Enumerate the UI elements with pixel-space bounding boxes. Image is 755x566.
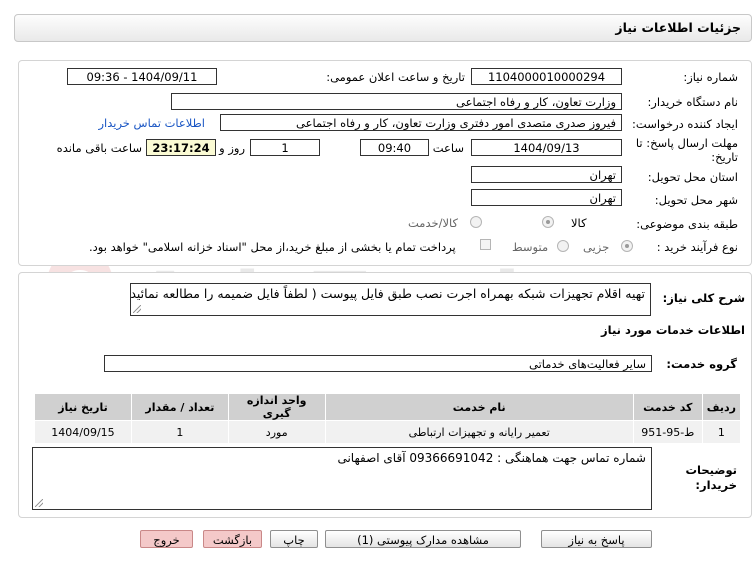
description-text: تهیه اقلام تجهیزات شبکه بهمراه اجرت نصب … — [130, 286, 645, 301]
description-label: شرح کلی نیاز: — [662, 291, 745, 305]
purchase-partial-radio[interactable] — [621, 240, 633, 252]
resize-handle-icon[interactable] — [35, 499, 43, 507]
print-button[interactable]: چاپ — [270, 530, 318, 548]
remaining-time-field: 23:17:24 — [146, 139, 216, 156]
purchase-medium-radio[interactable] — [557, 240, 569, 252]
province-field: تهران — [471, 166, 622, 183]
buyer-notes-text: شماره تماس جهت هماهنگی : 09366691042 آقا… — [337, 451, 646, 465]
table-row: 1 ط-95-951 تعمیر رایانه و تجهیزات ارتباط… — [34, 420, 742, 444]
city-label: شهر محل تحویل: — [654, 193, 738, 207]
buyer-notes-label: توضیحات — [685, 463, 738, 477]
services-table: ردیف کد خدمت نام خدمت واحد اندازه گیری ت… — [34, 393, 742, 444]
buyer-contact-link[interactable]: اطلاعات تماس خریدار — [98, 116, 205, 130]
deadline-time-label: ساعت — [432, 141, 464, 155]
cell-row-number: 1 — [701, 420, 742, 444]
col-service-code: کد خدمت — [632, 393, 703, 421]
col-row-number: ردیف — [701, 393, 742, 421]
deadline-label-date: تاریخ: — [711, 150, 738, 164]
category-goods-label: کالا — [571, 216, 587, 230]
services-heading: اطلاعات خدمات مورد نیاز — [601, 323, 745, 337]
page-header: جزئیات اطلاعات نیاز — [14, 14, 752, 42]
description-textarea[interactable]: تهیه اقلام تجهیزات شبکه بهمراه اجرت نصب … — [130, 283, 651, 316]
resize-handle-icon[interactable] — [133, 305, 141, 313]
need-number-label: شماره نیاز: — [683, 70, 738, 84]
reply-button[interactable]: پاسخ به نیاز — [541, 530, 652, 548]
page-title: جزئیات اطلاعات نیاز — [615, 20, 741, 35]
deadline-label: مهلت ارسال پاسخ: تا — [635, 136, 738, 150]
cell-quantity: 1 — [130, 420, 229, 444]
col-unit: واحد اندازه گیری — [227, 393, 326, 421]
buyer-notes-label-2: خریدار: — [695, 478, 737, 492]
days-label: روز و — [219, 141, 245, 155]
need-info-panel — [18, 60, 752, 266]
city-field: تهران — [471, 189, 622, 206]
deadline-time-field: 09:40 — [360, 139, 429, 156]
exit-button[interactable]: خروج — [140, 530, 193, 548]
table-header-row: ردیف کد خدمت نام خدمت واحد اندازه گیری ت… — [34, 393, 742, 421]
buyer-notes-textarea[interactable]: شماره تماس جهت هماهنگی : 09366691042 آقا… — [32, 447, 652, 510]
view-attachments-button[interactable]: مشاهده مدارک پیوستی (1) — [325, 530, 521, 548]
deadline-date-field: 1404/09/13 — [471, 139, 622, 156]
col-need-date: تاریخ نیاز — [34, 393, 132, 421]
service-group-label: گروه خدمت: — [666, 357, 737, 371]
days-remaining-field: 1 — [250, 139, 320, 156]
service-group-field: سایر فعالیت‌های خدماتی — [104, 355, 652, 372]
need-number-field: 1104000010000294 — [471, 68, 622, 85]
treasury-payment-checkbox[interactable] — [480, 239, 491, 250]
cell-unit: مورد — [227, 420, 326, 444]
treasury-payment-note: پرداخت تمام یا بخشی از مبلغ خرید،از محل … — [89, 240, 456, 254]
category-label: طبقه بندی موضوعی: — [636, 217, 738, 231]
back-button[interactable]: بازگشت — [203, 530, 262, 548]
purchase-type-label: نوع فرآیند خرید : — [656, 240, 738, 254]
announce-date-field: 1404/09/11 - 09:36 — [67, 68, 217, 85]
category-goods-service-radio[interactable] — [470, 216, 482, 228]
buyer-org-label: نام دستگاه خریدار: — [647, 95, 738, 109]
creator-label: ایجاد کننده درخواست: — [632, 117, 738, 131]
announce-date-label: تاریخ و ساعت اعلان عمومی: — [326, 70, 465, 84]
buyer-org-field: وزارت تعاون، کار و رفاه اجتماعی — [171, 93, 622, 110]
col-quantity: تعداد / مقدار — [130, 393, 229, 421]
creator-field: فیروز صدری متصدی امور دفتری وزارت تعاون،… — [220, 114, 622, 131]
cell-service-name: تعمیر رایانه و تجهیزات ارتباطی — [324, 420, 634, 444]
province-label: استان محل تحویل: — [647, 170, 738, 184]
purchase-medium-label: متوسط — [512, 240, 549, 254]
col-service-name: نام خدمت — [324, 393, 634, 421]
cell-service-code: ط-95-951 — [632, 420, 703, 444]
cell-need-date: 1404/09/15 — [34, 420, 132, 444]
remaining-time-label: ساعت باقی مانده — [56, 141, 142, 155]
category-goods-radio[interactable] — [542, 216, 554, 228]
category-goods-service-label: کالا/خدمت — [408, 216, 459, 230]
purchase-partial-label: جزیی — [583, 240, 610, 254]
